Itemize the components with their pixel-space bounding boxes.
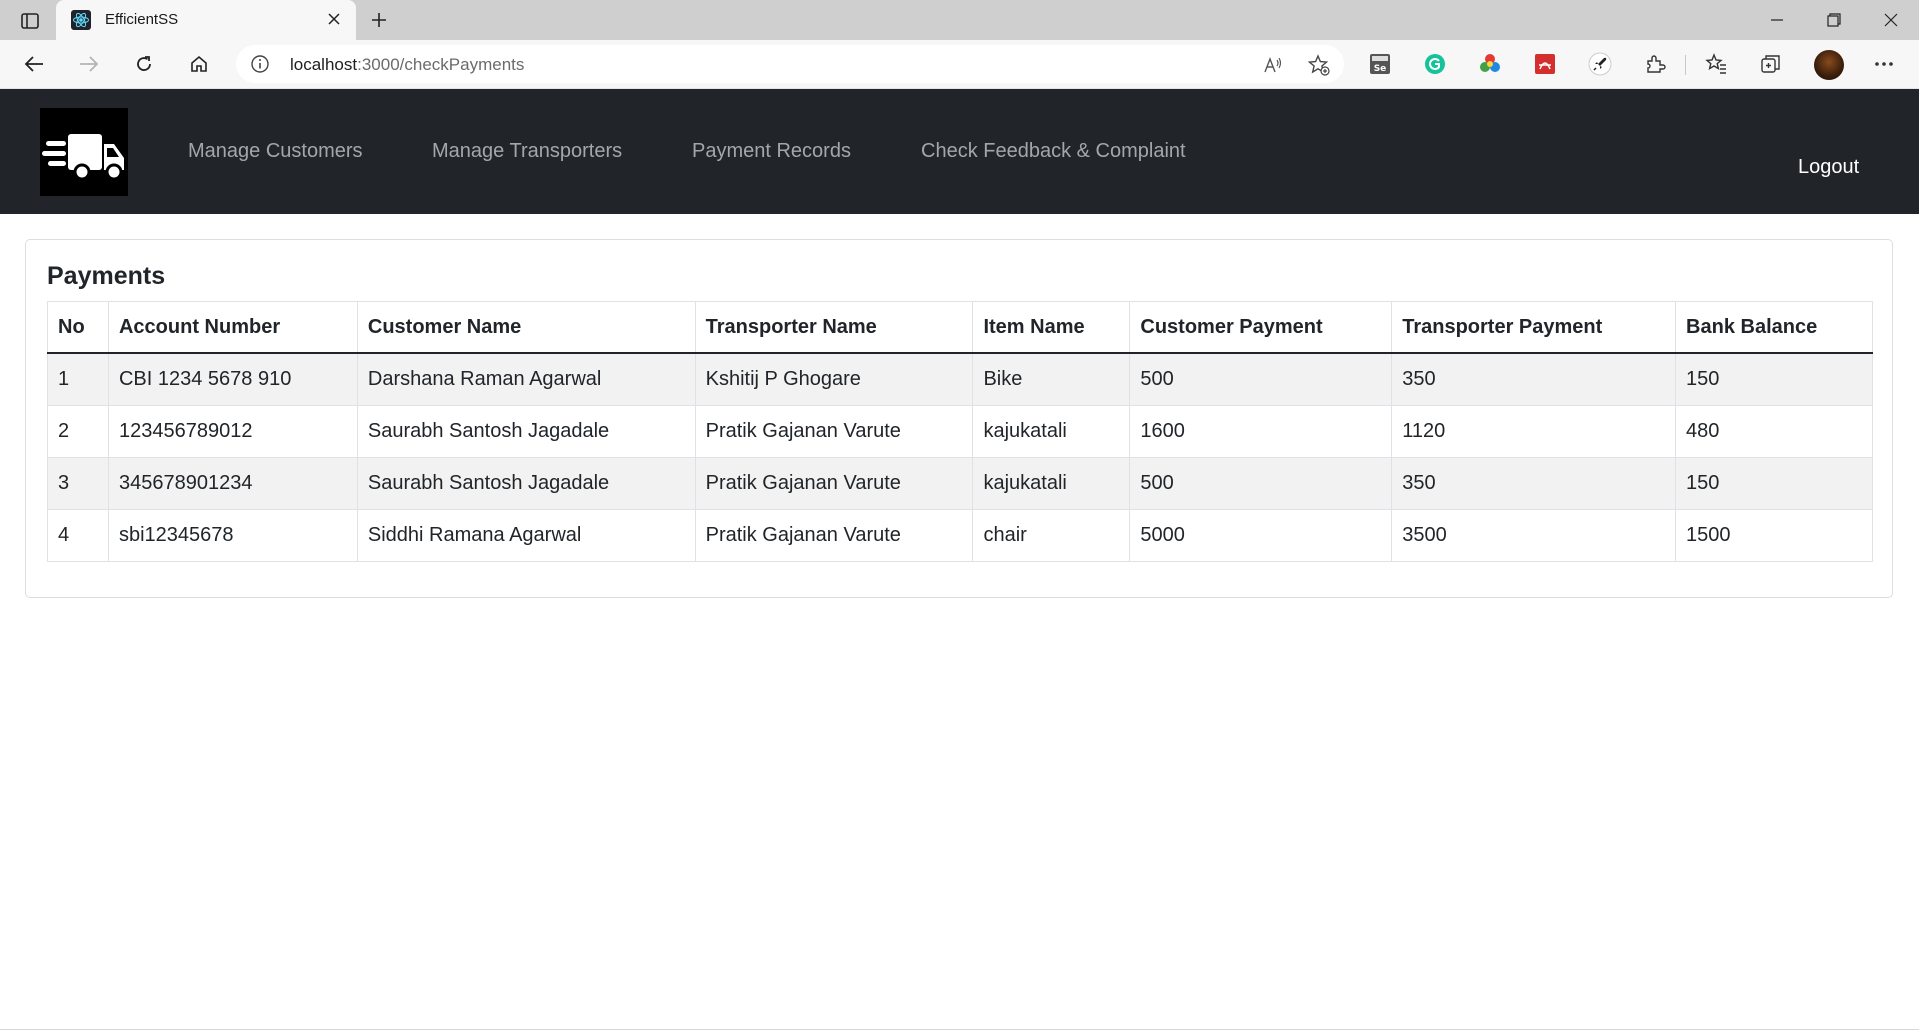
table-row: 1 CBI 1234 5678 910 Darshana Raman Agarw… (47, 352, 1873, 406)
read-aloud-icon[interactable] (1262, 54, 1284, 76)
browser-toolbar: localhost:3000/checkPayments Se (0, 40, 1919, 89)
cell-no: 3 (47, 457, 109, 510)
site-info-icon[interactable] (250, 54, 270, 74)
payments-table: No Account Number Customer Name Transpor… (47, 301, 1873, 562)
logout-link[interactable]: Logout (1798, 156, 1859, 179)
favorites-icon[interactable] (1704, 52, 1728, 76)
cell-customer-payment: 500 (1129, 457, 1393, 510)
new-tab-icon[interactable] (367, 8, 391, 32)
browser-tab-strip: EfficientSS (0, 0, 1919, 40)
extensions-icon[interactable] (1643, 52, 1667, 76)
selenium-extension-icon[interactable]: Se (1368, 52, 1392, 76)
grammarly-icon[interactable] (1423, 52, 1447, 76)
nav-payment-records[interactable]: Payment Records (692, 140, 851, 163)
page-title: Payments (47, 262, 166, 290)
cell-no: 2 (47, 405, 109, 458)
toolbar-divider (1685, 55, 1686, 75)
cell-customer-payment: 500 (1129, 352, 1393, 406)
tab-actions-icon[interactable] (18, 10, 42, 32)
collections-icon[interactable] (1759, 52, 1783, 76)
profile-avatar[interactable] (1814, 50, 1844, 80)
cell-item-name: Bike (972, 352, 1131, 406)
add-favorite-icon[interactable] (1308, 54, 1330, 76)
cell-customer-payment: 1600 (1129, 405, 1393, 458)
cell-no: 4 (47, 509, 109, 562)
header-bank-balance: Bank Balance (1675, 301, 1873, 354)
cell-transporter-name: Kshitij P Ghogare (694, 352, 974, 406)
cell-account-number: 345678901234 (107, 457, 358, 510)
cell-transporter-payment: 3500 (1391, 509, 1677, 562)
app-navbar: Manage Customers Manage Transporters Pay… (0, 89, 1919, 214)
close-window-icon[interactable] (1879, 8, 1903, 32)
cell-bank-balance: 150 (1675, 457, 1873, 510)
cell-customer-payment: 5000 (1129, 509, 1393, 562)
rocket-extension-icon[interactable] (1588, 52, 1612, 76)
more-options-icon[interactable] (1872, 52, 1896, 76)
payments-card: Payments No Account Number Customer Name… (25, 239, 1893, 598)
cell-transporter-payment: 350 (1391, 457, 1677, 510)
header-transporter-payment: Transporter Payment (1391, 301, 1677, 354)
tab-title: EfficientSS (105, 11, 179, 28)
cell-transporter-name: Pratik Gajanan Varute (694, 405, 974, 458)
delivery-truck-icon[interactable] (40, 108, 128, 196)
cell-customer-name: Siddhi Ramana Agarwal (356, 509, 696, 562)
home-icon[interactable] (187, 52, 211, 76)
cell-account-number: sbi12345678 (107, 509, 358, 562)
minimize-icon[interactable] (1765, 8, 1789, 32)
cell-transporter-name: Pratik Gajanan Varute (694, 509, 974, 562)
nav-manage-transporters[interactable]: Manage Transporters (432, 140, 622, 163)
forward-icon[interactable] (77, 52, 101, 76)
color-picker-extension-icon[interactable] (1478, 52, 1502, 76)
url-text[interactable]: localhost:3000/checkPayments (290, 55, 524, 75)
cell-item-name: kajukatali (972, 405, 1131, 458)
address-bar[interactable]: localhost:3000/checkPayments (236, 45, 1344, 83)
pdf-extension-icon[interactable] (1533, 52, 1557, 76)
cell-bank-balance: 480 (1675, 405, 1873, 458)
header-account-number: Account Number (107, 301, 358, 354)
nav-check-feedback-complaint[interactable]: Check Feedback & Complaint (921, 140, 1186, 163)
cell-item-name: kajukatali (972, 457, 1131, 510)
header-transporter-name: Transporter Name (694, 301, 974, 354)
refresh-icon[interactable] (132, 52, 156, 76)
url-host: localhost (290, 55, 358, 74)
header-customer-payment: Customer Payment (1129, 301, 1393, 354)
cell-transporter-name: Pratik Gajanan Varute (694, 457, 974, 510)
cell-customer-name: Saurabh Santosh Jagadale (356, 405, 696, 458)
cell-bank-balance: 150 (1675, 352, 1873, 406)
cell-customer-name: Darshana Raman Agarwal (356, 352, 696, 406)
cell-customer-name: Saurabh Santosh Jagadale (356, 457, 696, 510)
svg-text:Se: Se (1374, 64, 1387, 74)
table-header-row: No Account Number Customer Name Transpor… (47, 301, 1873, 354)
table-row: 4 sbi12345678 Siddhi Ramana Agarwal Prat… (47, 509, 1873, 562)
close-tab-icon[interactable] (324, 9, 344, 29)
nav-manage-customers[interactable]: Manage Customers (188, 140, 363, 163)
url-path: :3000/checkPayments (357, 55, 525, 74)
cell-transporter-payment: 1120 (1391, 405, 1677, 458)
table-row: 2 123456789012 Saurabh Santosh Jagadale … (47, 405, 1873, 458)
cell-transporter-payment: 350 (1391, 352, 1677, 406)
window-bottom-border (0, 1029, 1919, 1030)
header-no: No (47, 301, 109, 354)
cell-bank-balance: 1500 (1675, 509, 1873, 562)
cell-no: 1 (47, 352, 109, 406)
react-icon (71, 10, 91, 30)
header-item-name: Item Name (972, 301, 1131, 354)
restore-icon[interactable] (1822, 8, 1846, 32)
table-row: 3 345678901234 Saurabh Santosh Jagadale … (47, 457, 1873, 510)
cell-account-number: 123456789012 (107, 405, 358, 458)
browser-tab[interactable]: EfficientSS (56, 0, 356, 40)
header-customer-name: Customer Name (356, 301, 696, 354)
back-icon[interactable] (22, 52, 46, 76)
cell-account-number: CBI 1234 5678 910 (107, 352, 358, 406)
cell-item-name: chair (972, 509, 1131, 562)
